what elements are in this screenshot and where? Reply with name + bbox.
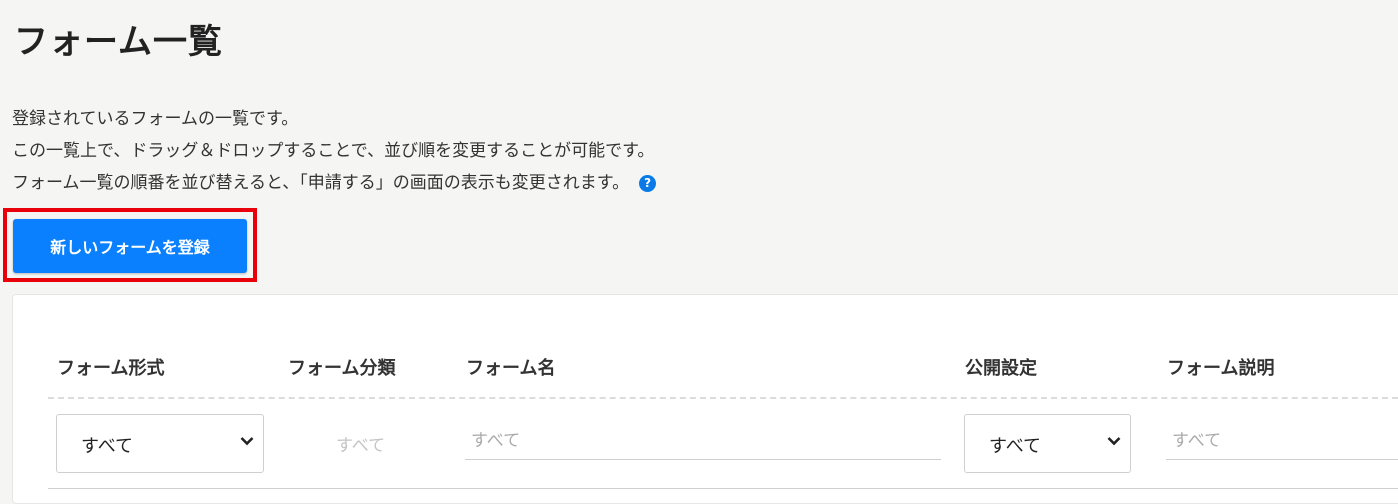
- column-header-form-category[interactable]: フォーム分類: [288, 354, 395, 380]
- chevron-down-icon: [240, 437, 254, 446]
- form-category-filter-text: すべて: [336, 436, 386, 456]
- column-header-form-type[interactable]: フォーム形式: [57, 354, 164, 380]
- column-header-form-name[interactable]: フォーム名: [466, 354, 555, 380]
- form-description-filter-input[interactable]: [1166, 422, 1398, 460]
- column-header-visibility[interactable]: 公開設定: [965, 354, 1037, 380]
- form-type-filter-select[interactable]: すべて: [56, 414, 264, 473]
- description-line: フォーム一覧の順番を並び替えると、「申請する」の画面の表示も変更されます。?: [12, 167, 657, 199]
- page-title: フォーム一覧: [14, 22, 223, 62]
- page-description: 登録されているフォームの一覧です。 この一覧上で、ドラッグ＆ドロップすることで、…: [12, 103, 657, 199]
- chevron-down-icon: [1107, 437, 1121, 446]
- new-form-button[interactable]: 新しいフォームを登録: [13, 219, 247, 273]
- description-line: この一覧上で、ドラッグ＆ドロップすることで、並び順を変更することが可能です。: [12, 141, 655, 161]
- description-line: 登録されているフォームの一覧です。: [12, 109, 299, 129]
- visibility-filter-select[interactable]: すべて: [964, 414, 1131, 473]
- visibility-filter-value: すべて: [989, 436, 1042, 457]
- row-divider: [48, 488, 1398, 489]
- description-text: フォーム一覧の順番を並び替えると、「申請する」の画面の表示も変更されます。: [12, 173, 630, 193]
- form-name-filter-input[interactable]: [465, 422, 941, 460]
- form-type-filter-value: すべて: [81, 436, 134, 457]
- header-divider: [48, 397, 1398, 399]
- column-header-form-description[interactable]: フォーム説明: [1167, 354, 1274, 380]
- help-icon[interactable]: ?: [639, 175, 657, 192]
